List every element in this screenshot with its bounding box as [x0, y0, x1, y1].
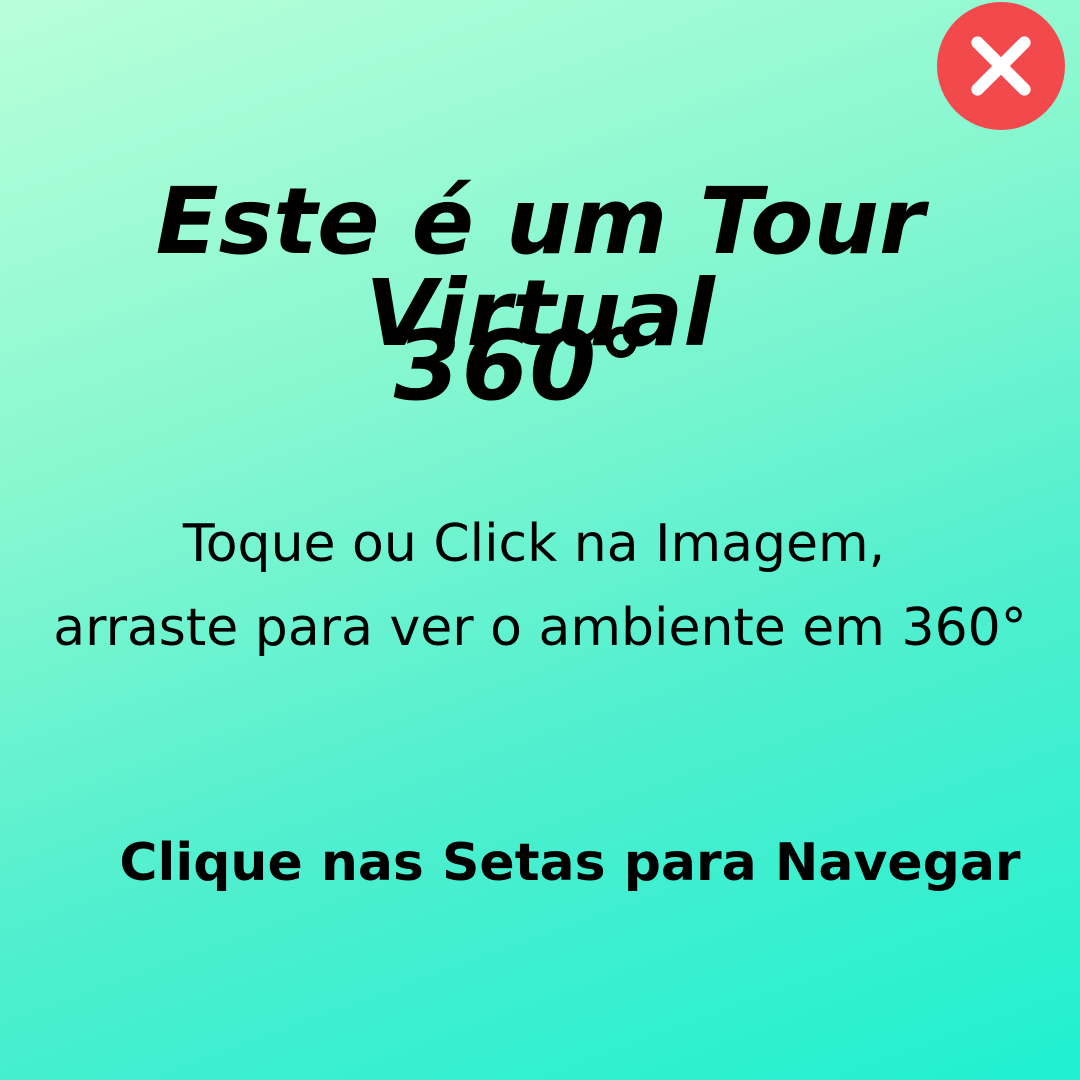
instruction-line-2: arraste para ver o ambiente em 360°	[53, 598, 1027, 658]
close-button[interactable]	[937, 2, 1065, 130]
headline-subtitle: 360°	[393, 310, 647, 422]
navigation-hint: Clique nas Setas para Navegar	[119, 833, 1021, 893]
close-icon	[971, 36, 1031, 96]
instruction-line-1: Toque ou Click na Imagem,	[182, 514, 886, 574]
